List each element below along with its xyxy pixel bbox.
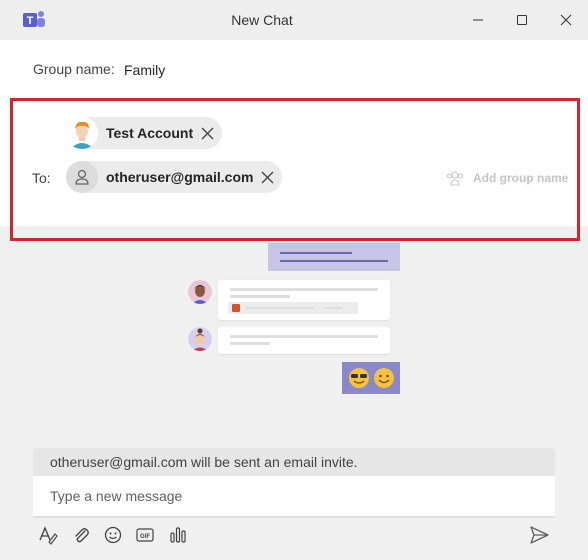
format-icon [39,526,58,545]
recipient-chip-email[interactable]: otheruser@gmail.com [66,161,282,193]
send-icon [530,526,549,544]
avatar [66,161,98,193]
sunglasses-emoji-icon [348,368,369,388]
person-icon [75,169,89,185]
message-input[interactable] [33,476,555,516]
avatar [66,117,98,149]
email-invite-notice: otheruser@gmail.com will be sent an emai… [33,448,555,476]
attach-button[interactable] [71,525,91,545]
smile-emoji-icon [373,368,394,388]
group-name-field[interactable]: Family [124,62,165,78]
gif-icon: GIF [136,528,154,542]
avatar [188,280,212,304]
sample-own-message [268,243,400,271]
send-button[interactable] [528,524,550,546]
emoji-icon [104,526,122,544]
maximize-button[interactable] [510,8,534,32]
minimize-button[interactable] [466,8,490,32]
format-button[interactable] [38,525,58,545]
to-label: To: [32,170,51,186]
minimize-icon [473,19,483,21]
sample-emoji-message [342,362,400,394]
close-icon [261,171,274,183]
add-group-name-label: Add group name [473,171,569,185]
emoji-button[interactable] [103,525,123,545]
sample-received-message [218,280,390,320]
close-button[interactable] [554,8,578,32]
add-group-name-button[interactable]: Add group name [446,170,568,186]
remove-recipient-button[interactable] [199,125,215,141]
sample-received-message [218,327,390,354]
poll-button[interactable] [168,525,188,545]
gif-button[interactable]: GIF [135,525,155,545]
avatar [188,327,212,351]
poll-icon [170,527,186,543]
attach-icon [75,528,89,543]
chip-label: Test Account [106,125,194,141]
svg-text:GIF: GIF [140,534,150,540]
maximize-icon [517,15,527,25]
people-icon [447,171,463,186]
recipient-chip-test-account[interactable]: Test Account [66,117,222,149]
close-icon [201,127,214,139]
close-icon [560,14,572,26]
group-name-label: Group name: [33,61,115,77]
title-bar: T New Chat [0,0,588,40]
window-title: New Chat [231,12,293,28]
compose-box [33,476,555,518]
chip-label: otheruser@gmail.com [106,169,254,185]
user-avatar-photo [66,117,98,149]
remove-recipient-button[interactable] [259,169,275,185]
